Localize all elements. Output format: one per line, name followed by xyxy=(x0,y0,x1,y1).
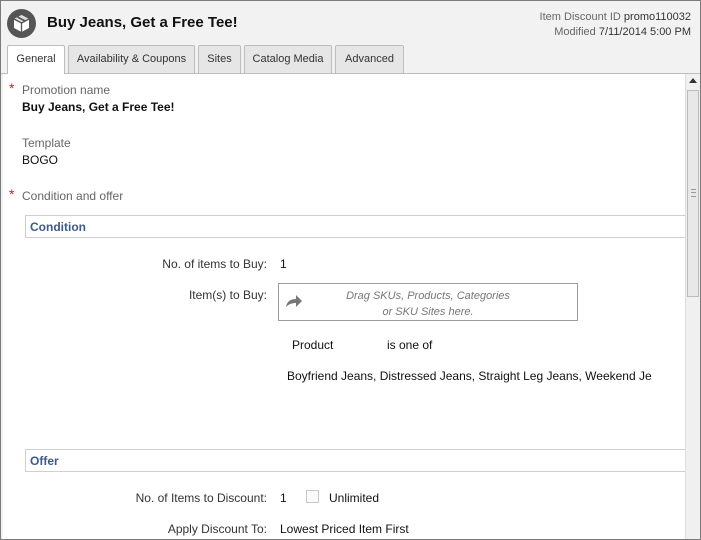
package-box-icon xyxy=(7,9,36,38)
condition-offer-label: Condition and offer xyxy=(22,189,124,203)
modified-label: Modified xyxy=(554,26,596,38)
items-to-buy-value[interactable]: 1 xyxy=(280,257,287,271)
scrollbar-thumb[interactable] xyxy=(687,90,699,297)
tab-catalog-media[interactable]: Catalog Media xyxy=(244,45,332,73)
template-value: BOGO xyxy=(22,153,59,167)
offer-section-header[interactable]: Offer xyxy=(25,449,685,472)
rule-operator[interactable]: is one of xyxy=(387,338,432,352)
items-to-discount-value[interactable]: 1 xyxy=(280,491,287,505)
required-marker: * xyxy=(9,186,15,202)
general-tab-panel: * Promotion name Buy Jeans, Get a Free T… xyxy=(3,74,685,539)
required-marker: * xyxy=(9,80,15,96)
promotion-name-label: Promotion name xyxy=(22,83,111,97)
unlimited-label: Unlimited xyxy=(329,491,380,505)
template-label: Template xyxy=(22,136,71,150)
tab-availability-coupons[interactable]: Availability & Coupons xyxy=(68,45,195,73)
condition-heading: Condition xyxy=(30,220,86,234)
scroll-grip-icon xyxy=(691,189,696,197)
scroll-up-arrow-icon[interactable] xyxy=(686,74,700,88)
drop-hint-line1: Drag SKUs, Products, Categories xyxy=(346,290,510,302)
rule-values[interactable]: Boyfriend Jeans, Distressed Jeans, Strai… xyxy=(287,369,652,383)
apply-discount-to-value[interactable]: Lowest Priced Item First xyxy=(280,522,409,536)
condition-section-header[interactable]: Condition xyxy=(25,215,685,238)
id-label: Item Discount ID xyxy=(539,11,621,23)
unlimited-checkbox[interactable] xyxy=(306,490,319,503)
vertical-scrollbar[interactable] xyxy=(685,74,700,539)
tab-sites[interactable]: Sites xyxy=(198,45,241,73)
items-to-buy-target-label: Item(s) to Buy: xyxy=(188,288,267,302)
tab-advanced[interactable]: Advanced xyxy=(335,45,404,73)
share-arrow-icon xyxy=(285,294,303,311)
tab-general[interactable]: General xyxy=(7,45,65,74)
offer-heading: Offer xyxy=(30,454,59,468)
items-to-discount-label: No. of Items to Discount: xyxy=(135,491,267,505)
modified-value: 7/11/2014 5:00 PM xyxy=(598,26,691,38)
promotion-meta: Item Discount ID promo110032 Modified 7/… xyxy=(540,10,691,40)
promotion-name-value[interactable]: Buy Jeans, Get a Free Tee! xyxy=(22,100,175,114)
page-title: Buy Jeans, Get a Free Tee! xyxy=(47,14,238,31)
id-value: promo110032 xyxy=(623,11,691,23)
apply-discount-to-label: Apply Discount To: xyxy=(167,522,267,536)
items-to-buy-label: No. of items to Buy: xyxy=(162,257,267,271)
promotion-window: Buy Jeans, Get a Free Tee! Item Discount… xyxy=(0,0,701,540)
drop-hint-line2: or SKU Sites here. xyxy=(382,306,474,318)
rule-subject[interactable]: Product xyxy=(292,338,333,352)
sku-drop-zone[interactable]: Drag SKUs, Products, Categories or SKU S… xyxy=(278,283,578,321)
